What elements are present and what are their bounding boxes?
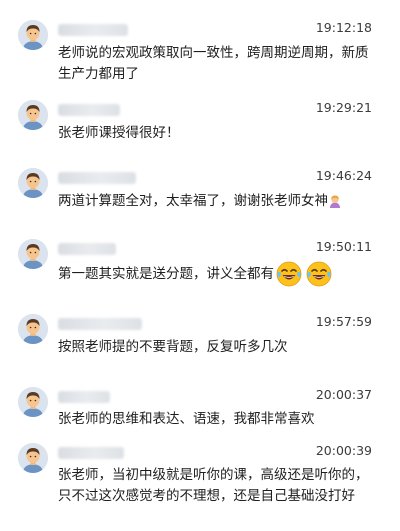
comment-text: 张老师，当初中级就是听你的课，高级还是听你的，只不过这次感觉考的不理想，还是自己… (58, 467, 369, 504)
comment-time: 19:29:21 (315, 100, 372, 115)
comment-text: 张老师的思维和表达、语速，我都非常喜欢 (58, 411, 315, 427)
comment-text: 第一题其实就是送分题，讲义全都有 (58, 260, 374, 288)
avatar[interactable] (18, 168, 48, 198)
user-avatar-icon (18, 239, 48, 269)
avatar[interactable] (18, 20, 48, 50)
comment-text-content: 第一题其实就是送分题，讲义全都有 (58, 266, 274, 282)
user-avatar-icon (18, 20, 48, 50)
user-avatar-icon (18, 443, 48, 473)
woman-bowing-icon (328, 194, 342, 208)
username-redacted (58, 24, 128, 36)
comment-text: 张老师课授得很好！ (58, 125, 180, 141)
tears-of-joy-icon (276, 261, 302, 287)
user-avatar-icon (18, 100, 48, 130)
comment-time: 19:46:24 (315, 168, 372, 183)
username-redacted (58, 104, 120, 116)
username-redacted (58, 447, 124, 459)
comment-time: 20:00:39 (315, 443, 372, 458)
username-redacted (58, 391, 110, 403)
comment-text: 两道计算题全对，太幸福了，谢谢张老师女神 (58, 191, 374, 212)
tears-of-joy-icon (306, 261, 332, 287)
username-redacted (58, 318, 142, 330)
comment-time: 19:50:11 (315, 239, 372, 254)
user-avatar-icon (18, 168, 48, 198)
username-redacted (58, 243, 116, 255)
avatar[interactable] (18, 443, 48, 473)
avatar[interactable] (18, 387, 48, 417)
username-redacted (58, 172, 136, 184)
comment-time: 20:00:37 (315, 387, 372, 402)
comment-text: 按照老师提的不要背题，反复听多几次 (58, 339, 288, 355)
comment-text-content: 两道计算题全对，太幸福了，谢谢张老师女神 (58, 193, 328, 209)
comment-text: 老师说的宏观政策取向一致性，跨周期逆周期，新质生产力都用了 (58, 45, 369, 82)
avatar[interactable] (18, 239, 48, 269)
avatar[interactable] (18, 100, 48, 130)
comment-time: 19:57:59 (315, 314, 372, 329)
comment-list: 19:12:18 老师说的宏观政策取向一致性，跨周期逆周期，新质生产力都用了 1… (0, 0, 400, 531)
comment-time: 19:12:18 (315, 20, 372, 35)
user-avatar-icon (18, 314, 48, 344)
avatar[interactable] (18, 314, 48, 344)
user-avatar-icon (18, 387, 48, 417)
